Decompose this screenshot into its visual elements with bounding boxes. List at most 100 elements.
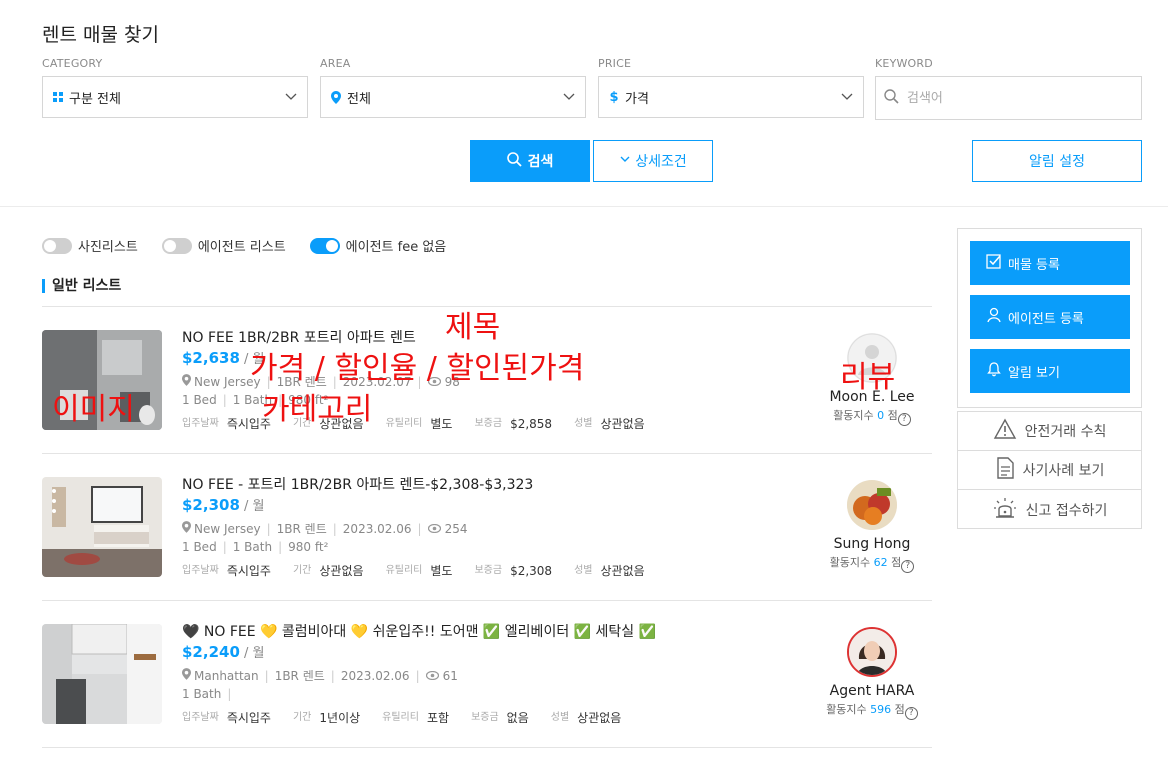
listing-photo[interactable] [42,624,162,724]
category-select[interactable]: 구분 전체 [42,76,308,118]
chevron-down-icon [840,89,854,107]
keyword-input[interactable] [907,90,1127,106]
agent-card[interactable]: Agent HARA 활동지수 596 점? [812,627,932,720]
map-pin-icon [182,374,191,389]
agent-name: Sung Hong [833,536,911,552]
listing-views: 98 [444,374,460,389]
view-alerts-button[interactable]: 알림 보기 [970,349,1130,393]
warning-icon [993,418,1017,444]
avatar[interactable] [847,333,897,383]
listing-price: $2,308 / 월 [182,496,265,514]
detail-conditions-button[interactable]: 상세조건 [593,140,713,182]
listing-photo[interactable] [42,477,162,577]
listing-type: 1BR 렌트 [276,375,327,389]
siren-icon [992,496,1018,524]
dollar-icon: $ [609,89,619,105]
report-link[interactable]: 신고 접수하기 [958,490,1141,529]
map-pin-icon [182,521,191,536]
area-label: AREA [320,57,351,70]
search-panel: 렌트 매물 찾기 CATEGORY AREA PRICE KEYWORD 구분 … [0,0,1168,207]
view-toggles: 사진리스트 에이전트 리스트 에이전트 fee 없음 [42,236,470,255]
toggle-switch[interactable] [42,237,72,254]
avatar[interactable] [847,627,897,677]
listing-item[interactable]: NO FEE 1BR/2BR 포트리 아파트 렌트 $2,638 / 월 New… [42,307,932,454]
toggle-switch[interactable] [309,237,340,254]
section-title: 일반 리스트 [42,279,121,293]
help-icon[interactable]: ? [897,413,911,426]
agent-name: Moon E. Lee [829,389,915,405]
register-agent-button[interactable]: 에이전트 등록 [970,295,1130,339]
fraud-cases-link[interactable]: 사기사례 보기 [958,451,1141,490]
detail-conditions-label: 상세조건 [635,154,687,170]
help-icon[interactable]: ? [904,707,918,720]
agent-score: 활동지수 596 점? [812,701,932,720]
listing-date: 2023.02.06 [340,668,410,683]
agent-score: 활동지수 62 점? [812,554,932,573]
search-icon [506,151,522,171]
search-button-label: 검색 [527,154,554,170]
chevron-down-icon [562,89,576,107]
toggle-label: 사진리스트 [78,240,138,255]
agent-score: 활동지수 0 점? [812,407,932,426]
listing-specs: 1 Bath | [182,687,232,701]
toggle-label: 에이전트 리스트 [197,240,286,255]
eye-icon [427,522,441,536]
listing-specs: 1 Bed | 1 Bath | 980 ft² [182,393,329,407]
listing-views: 254 [444,521,468,536]
document-icon [995,457,1015,483]
listing-location: New Jersey [194,374,261,389]
grid-icon [51,92,65,102]
listing-title[interactable]: NO FEE 1BR/2BR 포트리 아파트 렌트 [182,327,416,347]
map-pin-icon [329,90,343,104]
listing-title[interactable]: 🖤 NO FEE 💛 콜럼비아대 💛 쉬운입주!! 도어맨 ✅ 엘리베이터 ✅ … [182,621,656,641]
listing-item[interactable]: 🖤 NO FEE 💛 콜럼비아대 💛 쉬운입주!! 도어맨 ✅ 엘리베이터 ✅ … [42,601,932,748]
keyword-label: KEYWORD [875,57,933,70]
page-title: 렌트 매물 찾기 [42,24,159,46]
listing-date: 2023.02.06 [342,521,412,536]
listing-photo[interactable] [42,330,162,430]
listing-details: 입주날짜 즉시입주 기간 상관없음 유틸리티 별도 보증금 $2,858 성별 상관없음 [182,417,645,431]
toggle-label: 에이전트 fee 없음 [345,240,447,255]
register-listing-button[interactable]: 매물 등록 [970,241,1130,285]
listing-price: $2,240 / 월 [182,643,265,661]
category-label: CATEGORY [42,57,103,70]
safety-guide-link[interactable]: 안전거래 수칙 [958,412,1141,451]
chevron-down-icon [619,153,631,169]
agent-card[interactable]: Moon E. Lee 활동지수 0 점? [812,333,932,426]
listing-meta: New Jersey | 1BR 렌트 | 2023.02.07 | 98 [182,373,460,390]
agent-name: Agent HARA [829,683,915,699]
listing-specs: 1 Bed | 1 Bath | 980 ft² [182,540,329,554]
listing-location: New Jersey [194,521,261,536]
alert-setting-button[interactable]: 알림 설정 [972,140,1142,182]
toggle-switch[interactable] [161,237,192,254]
safety-links: 안전거래 수칙 사기사례 보기 신고 접수하기 [957,411,1142,529]
area-select[interactable]: 전체 [320,76,586,118]
category-value: 구분 전체 [69,91,121,107]
checkbox-icon [986,253,1002,273]
chevron-down-icon [284,89,298,107]
price-label: PRICE [598,57,632,70]
toggle-photo-list[interactable]: 사진리스트 [42,236,138,255]
avatar[interactable] [847,480,897,530]
action-sidebar: 매물 등록 에이전트 등록 알림 보기 [957,228,1142,408]
bell-icon [986,361,1002,381]
listing-title[interactable]: NO FEE - 포트리 1BR/2BR 아파트 렌트-$2,308-$3,32… [182,474,533,494]
listing-date: 2023.02.07 [342,374,412,389]
eye-icon [425,669,439,683]
toggle-no-agent-fee[interactable]: 에이전트 fee 없음 [309,236,447,255]
listing-item[interactable]: NO FEE - 포트리 1BR/2BR 아파트 렌트-$2,308-$3,32… [42,454,932,601]
help-icon[interactable]: ? [901,560,915,573]
search-icon [884,88,899,108]
agent-card[interactable]: Sung Hong 활동지수 62 점? [812,480,932,573]
toggle-agent-list[interactable]: 에이전트 리스트 [161,236,286,255]
price-select[interactable]: $ 가격 [598,76,864,118]
listing-location: Manhattan [194,668,259,683]
keyword-field[interactable] [875,76,1142,120]
area-value: 전체 [347,91,371,107]
search-button[interactable]: 검색 [470,140,590,182]
listing-details: 입주날짜 즉시입주 기간 1년이상 유틸리티 포함 보증금 없음 성별 상관없음 [182,711,622,725]
listing-views: 61 [442,668,458,683]
listing-meta: New Jersey | 1BR 렌트 | 2023.02.06 | 254 [182,520,467,537]
map-pin-icon [182,668,191,683]
eye-icon [427,375,441,389]
